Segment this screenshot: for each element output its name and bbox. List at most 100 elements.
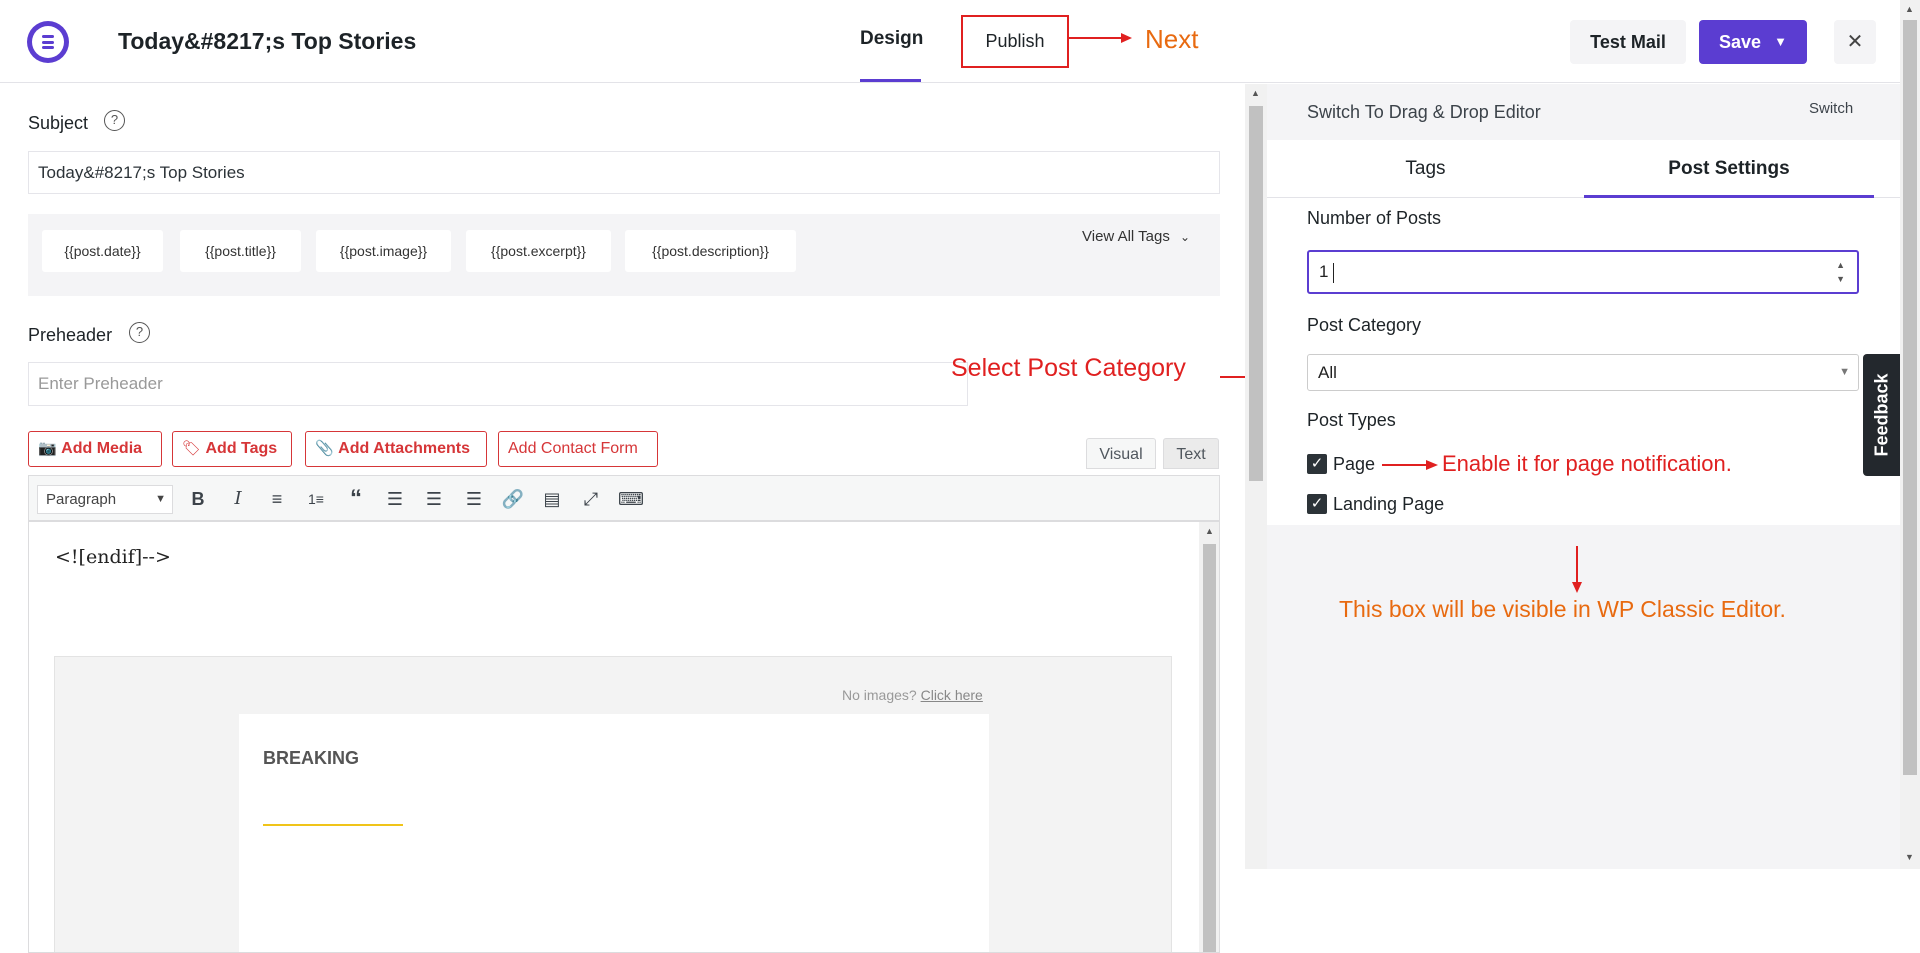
number-of-posts-value: 1 <box>1319 262 1329 281</box>
breaking-heading: BREAKING <box>263 748 360 768</box>
post-category-label: Post Category <box>1307 315 1422 335</box>
bold-icon[interactable]: B <box>185 486 211 512</box>
view-all-tags-link[interactable]: View All Tags ⌄ <box>1082 228 1190 245</box>
post-types-label: Post Types <box>1307 410 1396 430</box>
preheader-help-icon[interactable]: ? <box>129 322 150 343</box>
app-logo-icon[interactable] <box>27 21 69 63</box>
no-images-text: No images? Click here <box>842 687 983 703</box>
bullet-list-icon[interactable]: ≡ <box>264 486 290 512</box>
click-here-link[interactable]: Click here <box>921 687 983 703</box>
landing-page-checkbox[interactable]: ✓ <box>1307 494 1327 514</box>
enable-page-annotation: Enable it for page notification. <box>1442 451 1732 476</box>
page-checkbox-label[interactable]: Page <box>1333 454 1375 475</box>
preheader-input[interactable]: Enter Preheader <box>28 362 968 406</box>
add-media-label: Add Media <box>61 440 143 457</box>
content-text: <![endif]--> <box>55 546 171 568</box>
tag-chip[interactable]: {{post.description}} <box>625 230 796 272</box>
close-button[interactable]: ✕ <box>1834 20 1876 64</box>
tag-chip[interactable]: {{post.excerpt}} <box>466 230 611 272</box>
add-attachments-label: Add Attachments <box>338 440 470 457</box>
top-header: Today&#8217;s Top Stories Design Publish… <box>0 0 1900 83</box>
left-panel-scrollbar[interactable]: ▲ <box>1245 84 1267 869</box>
add-media-button[interactable]: 📷 Add Media <box>28 431 162 467</box>
post-category-select[interactable]: All ▼ <box>1307 354 1859 391</box>
number-of-posts-label: Number of Posts <box>1307 208 1442 228</box>
add-tags-label: Add Tags <box>205 440 278 457</box>
chevron-down-icon: ▼ <box>1774 34 1787 49</box>
format-select-label: Paragraph <box>46 491 117 508</box>
classic-editor-arrow-icon <box>1572 546 1582 593</box>
switch-editor-title: Switch To Drag & Drop Editor <box>1307 102 1541 122</box>
format-select[interactable]: Paragraph ▼ <box>37 485 173 514</box>
left-panel-scroll-thumb[interactable] <box>1249 106 1263 481</box>
editor-toolbar: Paragraph ▼ B I ≡ 1≡ “ ☰ ☰ ☰ 🔗 ▤ ⤢ ⌨ <box>28 475 1220 521</box>
tab-publish[interactable]: Publish <box>961 15 1069 68</box>
tag-bar: {{post.date}} {{post.title}} {{post.imag… <box>28 214 1220 296</box>
landing-page-checkbox-label[interactable]: Landing Page <box>1333 494 1444 515</box>
campaign-title: Today&#8217;s Top Stories <box>118 28 417 54</box>
sidebar-panel: Switch To Drag & Drop Editor Switch Tags… <box>1267 84 1900 869</box>
align-right-icon[interactable]: ☰ <box>461 486 487 512</box>
scroll-up-icon[interactable]: ▲ <box>1251 88 1260 98</box>
page-scrollbar[interactable]: ▲ ▼ <box>1900 0 1920 869</box>
link-icon[interactable]: 🔗 <box>500 486 526 512</box>
paperclip-icon: 📎 <box>315 440 334 457</box>
close-icon: ✕ <box>1846 31 1864 53</box>
page-scroll-thumb[interactable] <box>1903 20 1917 775</box>
add-tags-button[interactable]: 🏷 Add Tags <box>172 431 292 467</box>
enable-page-arrow-icon <box>1382 460 1438 470</box>
page-checkbox[interactable]: ✓ <box>1307 454 1327 474</box>
spinner-icon[interactable]: ▲ ▼ <box>1836 258 1845 286</box>
tag-chip[interactable]: {{post.image}} <box>316 230 451 272</box>
subject-help-icon[interactable]: ? <box>104 110 125 131</box>
feedback-label: Feedback <box>1871 373 1891 457</box>
test-mail-button[interactable]: Test Mail <box>1570 20 1686 64</box>
classic-editor-annotation: This box will be visible in WP Classic E… <box>1339 596 1786 622</box>
tab-design[interactable]: Design <box>860 28 923 50</box>
numbered-list-icon[interactable]: 1≡ <box>303 486 329 512</box>
editor-panel: Subject ? Today&#8217;s Top Stories {{po… <box>0 84 1300 953</box>
editor-scroll-thumb[interactable] <box>1203 544 1216 952</box>
tab-text[interactable]: Text <box>1163 438 1219 469</box>
view-all-tags-label: View All Tags <box>1082 228 1170 245</box>
fullscreen-icon[interactable]: ⤢ <box>578 486 604 512</box>
tag-chip[interactable]: {{post.date}} <box>42 230 163 272</box>
feedback-tab[interactable]: Feedback <box>1863 354 1900 476</box>
tab-visual[interactable]: Visual <box>1086 438 1156 469</box>
save-button[interactable]: Save ▼ <box>1699 20 1807 64</box>
tab-tags[interactable]: Tags <box>1267 140 1584 198</box>
editor-content[interactable]: <![endif]--> No images? Click here BREAK… <box>28 521 1220 953</box>
subject-input[interactable]: Today&#8217;s Top Stories <box>28 151 1220 194</box>
align-left-icon[interactable]: ☰ <box>382 486 408 512</box>
email-card: BREAKING <box>239 714 989 952</box>
scroll-down-icon[interactable]: ▼ <box>1905 852 1914 862</box>
post-settings-box: Number of Posts 1 ▲ ▼ Post Category All ▼… <box>1267 198 1900 525</box>
italic-icon[interactable]: I <box>225 486 251 512</box>
scroll-up-icon[interactable]: ▲ <box>1205 526 1214 536</box>
post-category-value: All <box>1318 363 1337 382</box>
preheader-label: Preheader <box>28 325 113 345</box>
switch-link[interactable]: Switch <box>1809 100 1853 117</box>
add-contact-form-button[interactable]: Add Contact Form <box>498 431 658 467</box>
accent-divider <box>263 824 403 826</box>
toolbar-toggle-icon[interactable]: ⌨ <box>618 486 644 512</box>
select-category-annotation: Select Post Category <box>951 354 1186 382</box>
align-center-icon[interactable]: ☰ <box>421 486 447 512</box>
caret-down-icon: ▼ <box>155 493 166 505</box>
tab-design-underline <box>860 79 921 82</box>
blockquote-icon[interactable]: “ <box>343 486 369 512</box>
read-more-icon[interactable]: ▤ <box>539 486 565 512</box>
no-images-label: No images? <box>842 687 917 703</box>
switch-editor-bar: Switch To Drag & Drop Editor Switch <box>1267 84 1900 140</box>
editor-scrollbar[interactable]: ▲ <box>1199 522 1219 952</box>
tag-chip[interactable]: {{post.title}} <box>180 230 301 272</box>
tag-icon: 🏷 <box>182 440 202 457</box>
scroll-up-icon[interactable]: ▲ <box>1905 4 1914 14</box>
sidebar-tabs: Tags Post Settings <box>1267 140 1900 198</box>
next-annotation: Next <box>1145 24 1199 54</box>
number-of-posts-input[interactable]: 1 ▲ ▼ <box>1307 250 1859 294</box>
tab-post-settings[interactable]: Post Settings <box>1584 140 1874 198</box>
add-attachments-button[interactable]: 📎 Add Attachments <box>305 431 487 467</box>
save-label: Save <box>1719 32 1762 52</box>
email-preview: No images? Click here BREAKING <box>54 656 1172 952</box>
